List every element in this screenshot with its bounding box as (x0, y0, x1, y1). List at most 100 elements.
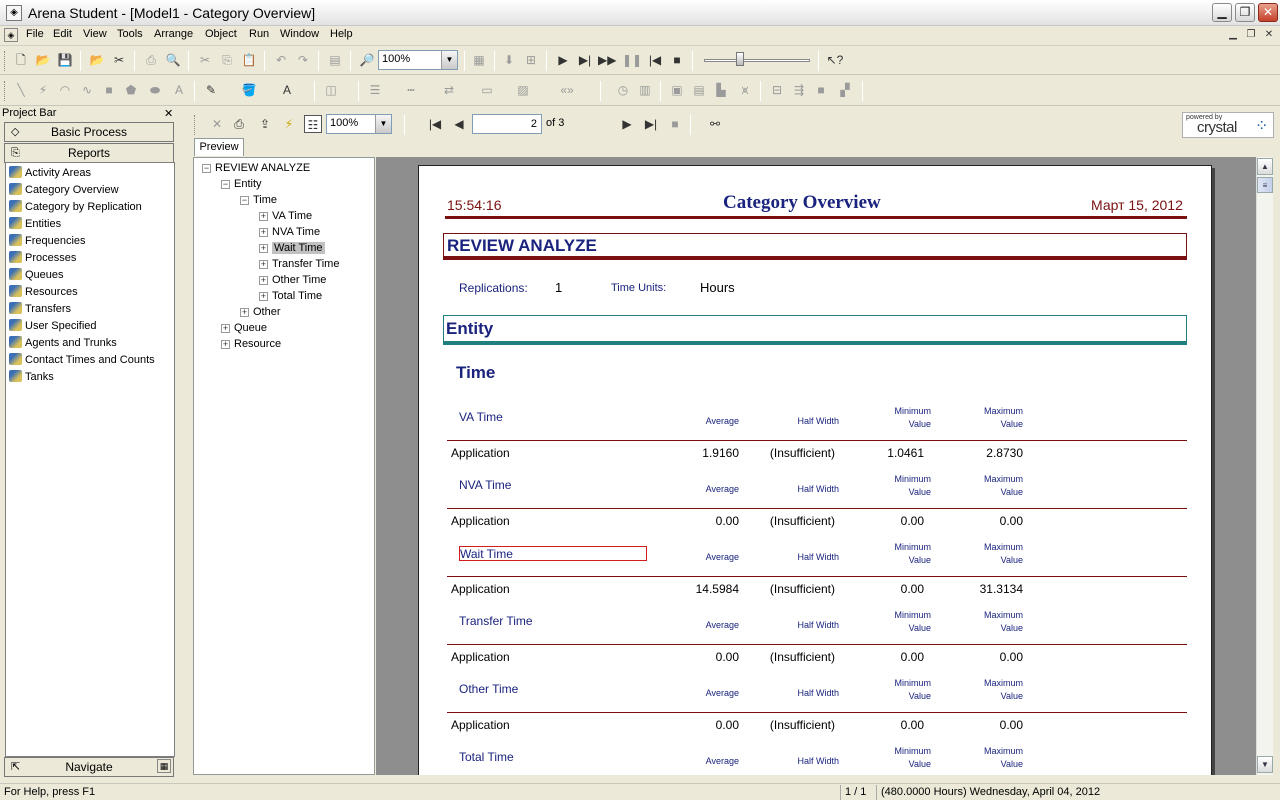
collapse-icon[interactable]: − (202, 164, 211, 173)
stat-group-name[interactable]: Wait Time (459, 546, 647, 561)
stat-group-name[interactable]: Transfer Time (459, 614, 533, 628)
menu-file[interactable]: File (26, 28, 44, 40)
histogram-icon[interactable]: ▙ (712, 81, 730, 99)
menu-arrange[interactable]: Arrange (154, 28, 193, 40)
redo-icon[interactable]: ↷ (294, 51, 312, 69)
report-item-resources[interactable]: Resources (9, 284, 78, 301)
close-button[interactable]: ✕ (1258, 3, 1278, 22)
new-icon[interactable]: 🗋 (12, 51, 30, 69)
mdi-close-icon[interactable]: ✕ (1262, 29, 1276, 42)
paste-icon[interactable]: 📋 (240, 51, 258, 69)
slider-thumb[interactable] (736, 52, 744, 66)
expand-icon[interactable]: + (259, 228, 268, 237)
line-pattern-icon[interactable]: ▭ (478, 81, 496, 99)
context-help-icon[interactable]: ↖? (826, 51, 844, 69)
stat-group-name[interactable]: NVA Time (459, 478, 511, 492)
ellipse-icon[interactable]: ⬬ (146, 81, 164, 99)
layers-icon[interactable]: ▦ (470, 51, 488, 69)
value-icon[interactable]: «» (558, 81, 576, 99)
stop-icon[interactable]: ■ (666, 115, 684, 133)
group-tree-toggle-icon[interactable]: ☷ (304, 115, 322, 133)
text-color-icon[interactable]: A (278, 81, 296, 99)
search-icon[interactable]: ⚯ (706, 115, 724, 133)
background-color-icon[interactable]: ◫ (322, 81, 340, 99)
plot-icon[interactable]: ⩙ (736, 81, 754, 99)
expand-icon[interactable]: + (221, 324, 230, 333)
expand-icon[interactable]: + (259, 212, 268, 221)
tree-node-resource[interactable]: + Resource (221, 336, 281, 352)
arc-icon[interactable]: ◠ (56, 81, 74, 99)
menu-window[interactable]: Window (280, 28, 319, 40)
report-item-tanks[interactable]: Tanks (9, 369, 54, 386)
collapse-icon[interactable]: − (240, 196, 249, 205)
pause-icon[interactable]: ❚❚ (622, 51, 642, 69)
toolbar-grip[interactable] (194, 115, 197, 135)
tree-node-total-time[interactable]: + Total Time (259, 288, 322, 304)
tree-node-wait-time[interactable]: + Wait Time (259, 240, 325, 256)
tree-node-other[interactable]: + Other (240, 304, 281, 320)
chevron-down-icon[interactable]: ▼ (441, 51, 457, 69)
report-item-agents-and-trunks[interactable]: Agents and Trunks (9, 335, 117, 352)
mdi-restore-icon[interactable]: ❐ (1244, 29, 1258, 42)
line-icon[interactable]: ╲ (12, 81, 30, 99)
arena-app-icon[interactable]: ◈ (6, 5, 22, 21)
expand-icon[interactable]: + (259, 260, 268, 269)
export-icon[interactable]: ⇪ (256, 115, 274, 133)
polygon-icon[interactable]: ⬟ (122, 81, 140, 99)
zoom-combo[interactable]: 100% ▼ (378, 50, 458, 70)
resource-icon[interactable]: ⇶ (790, 81, 808, 99)
report-item-transfers[interactable]: Transfers (9, 301, 71, 318)
stat-group-name[interactable]: VA Time (459, 410, 503, 424)
tree-node-transfer-time[interactable]: + Transfer Time (259, 256, 339, 272)
template-detach-icon[interactable]: ✂ (110, 51, 128, 69)
tab-preview[interactable]: Preview (194, 138, 244, 156)
mdi-minimize-icon[interactable]: ▁ (1226, 29, 1240, 42)
minimize-button[interactable]: ▁ (1212, 3, 1232, 22)
line-color-icon[interactable]: ✎ (202, 81, 220, 99)
animation-speed-slider[interactable] (704, 59, 810, 62)
report-item-processes[interactable]: Processes (9, 250, 76, 267)
tab-basic-process[interactable]: ◇ Basic Process (4, 122, 174, 142)
tree-node-time[interactable]: − Time (240, 192, 277, 208)
submodel-icon[interactable]: ⬇ (500, 51, 518, 69)
toolbar-grip[interactable] (4, 81, 7, 101)
tree-node-root[interactable]: − REVIEW ANALYZE (202, 160, 310, 176)
expand-icon[interactable]: + (259, 292, 268, 301)
copy-icon[interactable]: ⎘ (218, 51, 236, 69)
text-icon[interactable]: A (170, 81, 188, 99)
box-icon[interactable]: ■ (100, 81, 118, 99)
collapse-icon[interactable]: − (221, 180, 230, 189)
stat-group-name[interactable]: Total Time (459, 750, 514, 764)
template-attach-icon[interactable]: 📂 (88, 51, 106, 69)
maximize-button[interactable]: ❐ (1235, 3, 1255, 22)
expand-icon[interactable]: + (240, 308, 249, 317)
navigate-options-icon[interactable]: ▦ (157, 759, 171, 773)
go-icon[interactable]: ▶ (554, 51, 572, 69)
tree-node-nva-time[interactable]: + NVA Time (259, 224, 320, 240)
close-icon[interactable]: ✕ (164, 107, 173, 120)
menu-edit[interactable]: Edit (53, 28, 72, 40)
menu-help[interactable]: Help (330, 28, 353, 40)
tree-node-entity[interactable]: − Entity (221, 176, 262, 192)
print-icon[interactable]: ⎙ (142, 51, 160, 69)
viewer-zoom-combo[interactable]: 100% ▼ (326, 114, 392, 134)
page-number-input[interactable]: 2 (472, 114, 542, 134)
end-icon[interactable]: ■ (668, 51, 686, 69)
start-over-icon[interactable]: |◀ (646, 51, 664, 69)
next-page-icon[interactable]: ▶ (618, 115, 636, 133)
report-item-entities[interactable]: Entities (9, 216, 61, 233)
report-item-frequencies[interactable]: Frequencies (9, 233, 86, 250)
step-icon[interactable]: ▶| (576, 51, 594, 69)
expand-icon[interactable]: + (259, 244, 268, 253)
expand-icon[interactable]: + (221, 340, 230, 349)
cut-icon[interactable]: ✂ (196, 51, 214, 69)
report-item-user-specified[interactable]: User Specified (9, 318, 97, 335)
level-icon[interactable]: ▤ (690, 81, 708, 99)
menu-object[interactable]: Object (205, 28, 237, 40)
close-view-icon[interactable]: ✕ (208, 115, 226, 133)
chevron-down-icon[interactable]: ▼ (375, 115, 391, 133)
tab-reports[interactable]: ⎘ Reports (4, 143, 174, 163)
menu-tools[interactable]: Tools (117, 28, 143, 40)
expand-icon[interactable]: + (259, 276, 268, 285)
view-region-icon[interactable]: ▤ (326, 51, 344, 69)
